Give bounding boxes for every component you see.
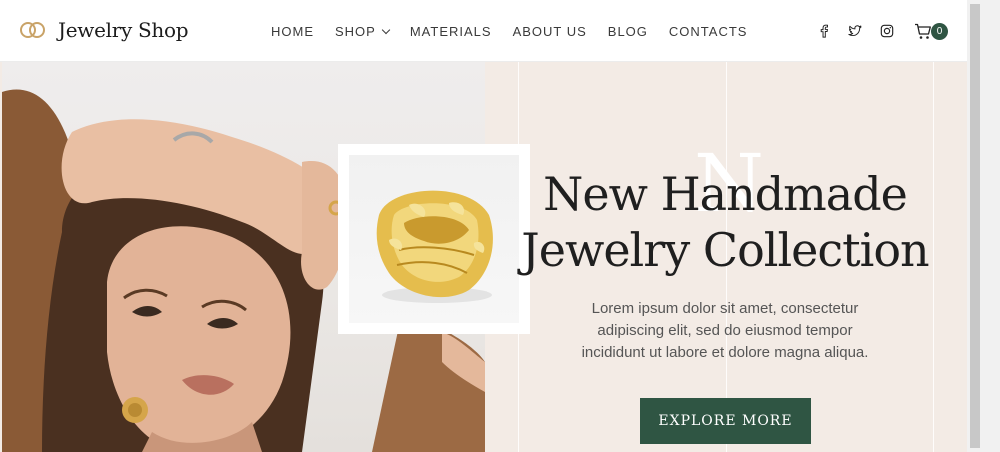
hero-title-line-2: Jewelry Collection — [521, 223, 929, 277]
decor-line — [933, 62, 934, 452]
nav-item-blog[interactable]: BLOG — [608, 24, 648, 39]
nav-item-materials[interactable]: MATERIALS — [410, 24, 492, 39]
nav-item-shop[interactable]: SHOP — [335, 24, 391, 39]
nav-item-about-us[interactable]: ABOUT US — [513, 24, 587, 39]
nav-item-home[interactable]: HOME — [271, 24, 314, 39]
nav-item-shop-label: SHOP — [335, 24, 376, 39]
site-header: Jewelry Shop HOME SHOP MATERIALS ABOUT U… — [0, 0, 967, 62]
cart-icon — [915, 23, 931, 39]
facebook-icon[interactable] — [815, 22, 833, 40]
main-nav: HOME SHOP MATERIALS ABOUT US BLOG CONTAC… — [271, 24, 768, 39]
hero-title-line-1: New Handmade — [543, 167, 908, 221]
cart-button[interactable]: 0 — [914, 22, 948, 42]
instagram-icon[interactable] — [878, 22, 896, 40]
interlocked-rings-icon — [20, 18, 48, 42]
cart-count-badge: 0 — [931, 23, 948, 40]
hero-description: Lorem ipsum dolor sit amet, consectetur … — [581, 300, 869, 361]
hero-section: N New Handmade Jewelry Collection Lorem … — [0, 62, 967, 452]
featured-ring-image — [349, 155, 519, 323]
chevron-down-icon — [381, 25, 391, 34]
explore-more-button[interactable]: EXPLORE MORE — [640, 398, 811, 444]
hero-title: New Handmade Jewelry Collection — [520, 166, 930, 278]
featured-ring-card[interactable] — [338, 144, 530, 334]
site-logo[interactable]: Jewelry Shop — [20, 18, 189, 42]
page-scrollbar-thumb[interactable] — [970, 4, 980, 448]
brand-name: Jewelry Shop — [58, 18, 189, 42]
nav-item-contacts[interactable]: CONTACTS — [669, 24, 748, 39]
twitter-icon[interactable] — [846, 22, 864, 40]
